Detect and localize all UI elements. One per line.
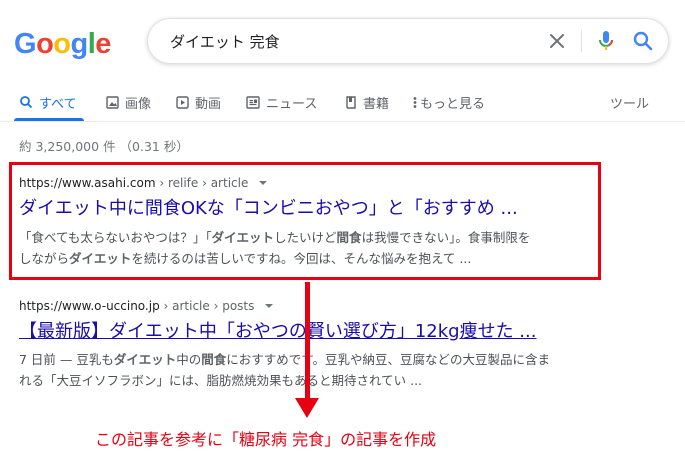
snippet-keyword: ダイエット — [113, 352, 177, 367]
citation-domain: https://www.o-uccino.jp — [19, 299, 160, 313]
highlight-box — [9, 162, 601, 280]
news-icon — [246, 95, 260, 109]
tab-label: もっと見る — [420, 96, 486, 112]
result-title-link[interactable]: 【最新版】ダイエット中「おやつの賢い選び方」12kg痩せた ... — [19, 320, 536, 344]
snippet-text: れる「大豆イソフラボン」には、脂肪燃焼効果もあると期待されてい ... — [19, 373, 423, 388]
tools-button[interactable]: ツール — [610, 91, 649, 113]
logo-letter: o — [36, 28, 54, 60]
image-icon — [106, 95, 119, 109]
tab-images[interactable]: 画像 — [106, 91, 151, 113]
logo-letter: o — [53, 28, 71, 60]
citation-path: › article › posts — [159, 299, 255, 313]
result-citation[interactable]: https://www.o-uccino.jp › article › post… — [19, 299, 274, 313]
book-icon — [346, 95, 356, 109]
search-box[interactable] — [147, 18, 669, 64]
caret-down-icon[interactable] — [264, 302, 274, 310]
tab-all[interactable]: すべて — [19, 91, 77, 113]
tabs-divider — [0, 121, 685, 122]
snippet-text: 7 日前 — 豆乳も — [19, 352, 114, 367]
more-vert-icon — [413, 96, 417, 108]
search-icon — [20, 96, 33, 109]
arrow-down-icon — [295, 398, 319, 418]
logo-letter: G — [14, 28, 37, 60]
search-divider — [581, 30, 582, 52]
logo-letter: g — [70, 28, 89, 60]
logo-letter: e — [95, 28, 111, 60]
tab-more[interactable]: もっと見る — [413, 91, 485, 113]
search-icon[interactable] — [632, 30, 654, 52]
tab-label: 画像 — [125, 96, 152, 112]
annotation-text: この記事を参考に「糖尿病 完食」の記事を作成 — [95, 430, 437, 449]
tab-label: 動画 — [195, 96, 222, 112]
tab-label: ニュース — [266, 96, 318, 112]
tab-label: 書籍 — [363, 96, 390, 112]
clear-icon[interactable] — [547, 31, 567, 51]
snippet-text: におすすめです。豆乳や納豆、豆腐などの大豆製品に含ま — [226, 352, 551, 367]
tab-news[interactable]: ニュース — [246, 91, 317, 113]
result-stats: 約 3,250,000 件 （0.31 秒） — [19, 139, 189, 154]
search-input[interactable] — [170, 19, 530, 63]
snippet-text: 中の — [176, 352, 202, 367]
video-icon — [176, 95, 189, 109]
microphone-icon[interactable] — [596, 30, 616, 52]
tab-label: すべて — [39, 96, 77, 112]
tab-videos[interactable]: 動画 — [176, 91, 221, 113]
arrow-shaft — [305, 282, 310, 400]
tab-books[interactable]: 書籍 — [345, 91, 389, 113]
tools-label: ツール — [610, 96, 650, 112]
snippet-keyword: 間食 — [201, 352, 227, 367]
logo-letter: l — [87, 28, 96, 60]
google-logo[interactable]: Google — [14, 27, 111, 61]
